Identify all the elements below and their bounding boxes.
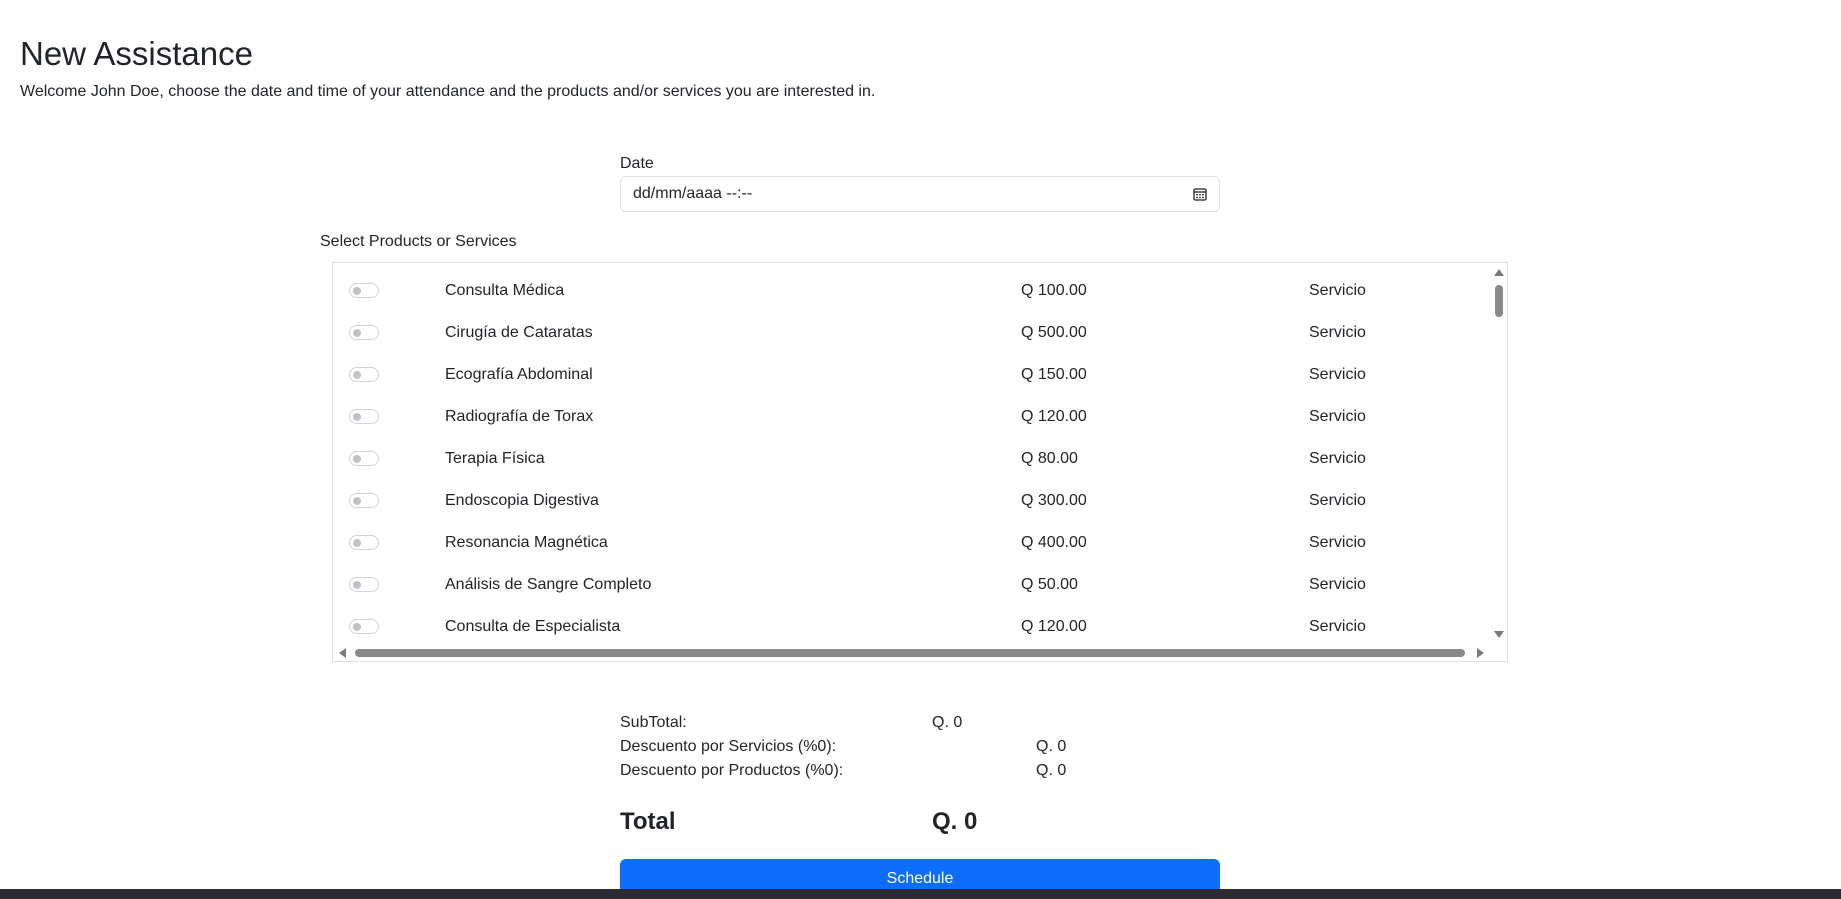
table-row: Cirugía de Cataratas Q 500.00 Servicio: [333, 313, 1493, 355]
table-row: Radiografía de Torax Q 120.00 Servicio: [333, 397, 1493, 439]
select-toggle[interactable]: [349, 283, 379, 298]
table-row: Terapia Física Q 80.00 Servicio: [333, 439, 1493, 481]
product-type: Servicio: [1309, 492, 1366, 509]
select-toggle[interactable]: [349, 451, 379, 466]
date-input[interactable]: dd/mm/aaaa --:--: [620, 176, 1220, 212]
product-name: Cirugía de Cataratas: [445, 324, 593, 341]
product-name: Resonancia Magnética: [445, 534, 608, 551]
table-row: Resonancia Magnética Q 400.00 Servicio: [333, 523, 1493, 565]
product-type: Servicio: [1309, 366, 1366, 383]
select-toggle[interactable]: [349, 493, 379, 508]
product-price: Q 80.00: [1021, 450, 1078, 467]
product-price: Q 50.00: [1021, 576, 1078, 593]
select-toggle[interactable]: [349, 325, 379, 340]
select-toggle[interactable]: [349, 577, 379, 592]
date-label: Date: [620, 155, 654, 172]
product-price: Q 120.00: [1021, 408, 1087, 425]
table-row: Ecografía Abdominal Q 150.00 Servicio: [333, 355, 1493, 397]
product-type: Servicio: [1309, 618, 1366, 635]
table-row: Consulta Médica Q 100.00 Servicio: [333, 271, 1493, 313]
date-input-placeholder: dd/mm/aaaa --:--: [633, 185, 753, 202]
product-discount-label: Descuento por Productos (%0):: [620, 762, 844, 779]
scroll-left-icon[interactable]: [339, 648, 346, 658]
select-toggle[interactable]: [349, 619, 379, 634]
service-discount-label: Descuento por Servicios (%0):: [620, 738, 837, 755]
product-name: Radiografía de Torax: [445, 408, 594, 425]
product-price: Q 500.00: [1021, 324, 1087, 341]
product-price: Q 120.00: [1021, 618, 1087, 635]
product-type: Servicio: [1309, 534, 1366, 551]
select-toggle[interactable]: [349, 409, 379, 424]
table-row: Consulta de Especialista Q 120.00 Servic…: [333, 607, 1493, 649]
select-toggle[interactable]: [349, 535, 379, 550]
horizontal-scroll-thumb[interactable]: [355, 649, 1465, 657]
total-label: Total: [620, 808, 676, 835]
select-toggle[interactable]: [349, 367, 379, 382]
scroll-right-icon[interactable]: [1477, 648, 1484, 658]
taskbar-edge: [0, 889, 1841, 899]
vertical-scroll-thumb[interactable]: [1495, 285, 1503, 317]
product-price: Q 150.00: [1021, 366, 1087, 383]
product-type: Servicio: [1309, 408, 1366, 425]
product-type: Servicio: [1309, 282, 1366, 299]
product-price: Q 100.00: [1021, 282, 1087, 299]
products-label: Select Products or Services: [320, 233, 517, 250]
product-name: Análisis de Sangre Completo: [445, 576, 652, 593]
subtotal-value: Q. 0: [932, 714, 963, 731]
calendar-icon[interactable]: [1193, 187, 1207, 201]
product-name: Consulta Médica: [445, 282, 565, 299]
horizontal-scrollbar[interactable]: [333, 645, 1493, 661]
product-price: Q 300.00: [1021, 492, 1087, 509]
product-type: Servicio: [1309, 576, 1366, 593]
total-value: Q. 0: [932, 808, 978, 835]
product-name: Consulta de Especialista: [445, 618, 621, 635]
product-name: Terapia Física: [445, 450, 545, 467]
product-discount-value: Q. 0: [1036, 762, 1067, 779]
product-name: Ecografía Abdominal: [445, 366, 593, 383]
subtotal-label: SubTotal:: [620, 714, 687, 731]
service-discount-value: Q. 0: [1036, 738, 1067, 755]
product-name: Endoscopia Digestiva: [445, 492, 599, 509]
welcome-message: Welcome John Doe, choose the date and ti…: [20, 83, 876, 100]
page-title: New Assistance: [20, 35, 253, 72]
table-row: Endoscopia Digestiva Q 300.00 Servicio: [333, 481, 1493, 523]
products-table[interactable]: Consulta Médica Q 100.00 Servicio Cirugí…: [332, 262, 1508, 662]
product-type: Servicio: [1309, 450, 1366, 467]
vertical-scrollbar[interactable]: [1491, 263, 1507, 661]
product-price: Q 400.00: [1021, 534, 1087, 551]
product-type: Servicio: [1309, 324, 1366, 341]
table-row: Análisis de Sangre Completo Q 50.00 Serv…: [333, 565, 1493, 607]
scroll-up-icon[interactable]: [1494, 269, 1504, 276]
scroll-down-icon[interactable]: [1494, 631, 1504, 638]
